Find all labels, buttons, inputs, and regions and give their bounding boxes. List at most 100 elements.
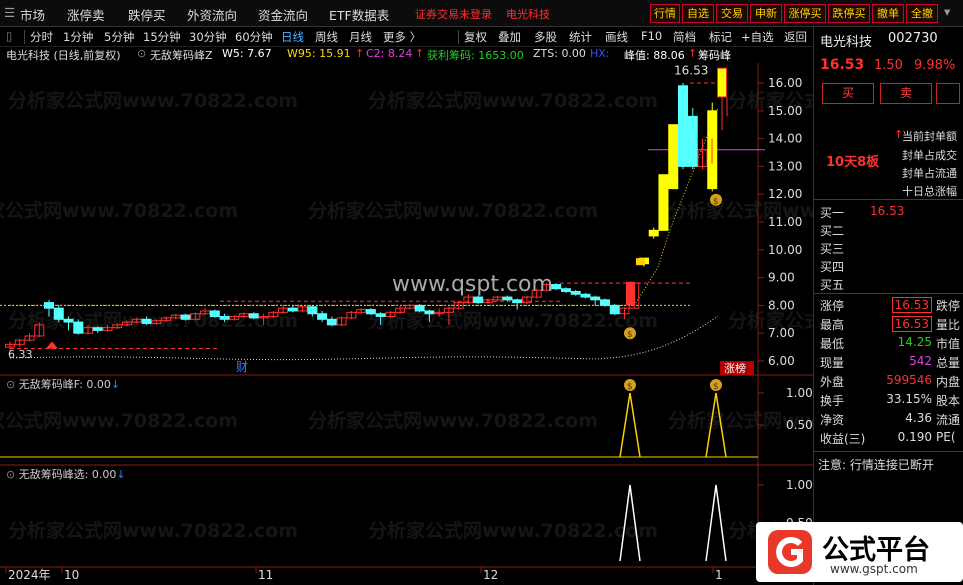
candle-body [512, 299, 523, 304]
window-menu-icon[interactable]: ▾ [944, 4, 950, 19]
kline-chart-area[interactable]: 分析家公式网www.70822.com 分析家公式网www.70822.com 分析… [0, 47, 813, 585]
period-1min[interactable]: 1分钟 [63, 29, 93, 45]
candle-body [648, 229, 659, 237]
candle-body [560, 288, 571, 293]
stat-value: 4.36 [905, 411, 932, 425]
menu-capital-flow[interactable]: 资金流向 [258, 5, 308, 24]
panel-toggle-icon[interactable]: ▯ [6, 29, 12, 43]
last-price: 16.53 [820, 57, 865, 73]
candle-body [44, 302, 55, 309]
candle-body [63, 318, 74, 323]
brief-button[interactable]: 简档 [673, 29, 696, 45]
gap-marker [636, 258, 645, 266]
indicator-name[interactable]: 无敌筹码峰Z [150, 47, 213, 63]
menu-limit-up-sell[interactable]: 涨停卖 [67, 5, 105, 24]
pct-change: 9.98% [914, 58, 956, 73]
cancel-all-button[interactable]: 全撤 [906, 4, 938, 23]
indicator1-arrow-icon: ↓ [110, 378, 121, 391]
w95-value: W95: 15.91 [287, 47, 351, 60]
limit-down-buy-button[interactable]: 跌停买 [828, 4, 870, 23]
y-tick-label: 15.00 [768, 104, 802, 118]
period-15min[interactable]: 15分钟 [143, 29, 181, 45]
back-button[interactable]: 返回 [784, 29, 807, 45]
price-change: 1.50 [874, 58, 903, 73]
menu-limit-down-buy[interactable]: 跌停买 [128, 5, 166, 24]
watermark-text: 分析家公式网www.70822.com [308, 409, 598, 432]
menu-foreign-flow[interactable]: 外资流向 [187, 5, 237, 24]
period-5min[interactable]: 5分钟 [104, 29, 134, 45]
trade-button[interactable]: 交易 [716, 4, 748, 23]
money-bag-glyph: $ [713, 197, 719, 207]
candle-body [92, 327, 103, 331]
y-tick-label: 10.00 [768, 243, 802, 257]
indicator1-title: 无敌筹码峰F [18, 378, 80, 391]
stat-label-2: PE( [936, 430, 956, 444]
stat-row: 外盘 599546 内盘 [814, 373, 963, 391]
stat-row: 现量 542 总量 [814, 354, 963, 372]
stat-label-2: 总量 [936, 356, 961, 370]
stat-row: 收益(三) 0.190 PE( [814, 430, 963, 448]
cancel-order-button[interactable]: 撤单 [872, 4, 904, 23]
multi-stock-button[interactable]: 多股 [534, 29, 557, 45]
menu-market[interactable]: 市场 [20, 5, 45, 24]
watchlist-button[interactable]: 自选 [682, 4, 714, 23]
candle-body [326, 318, 337, 326]
candle-body [317, 313, 328, 320]
candle-body [365, 309, 376, 315]
bid2-label: 买二 [820, 224, 845, 238]
watermark-text: 分析家公式网www.70822.com [308, 199, 598, 222]
buy-button[interactable]: 买 [822, 83, 874, 104]
zts-value: ZTS: 0.00 [533, 47, 586, 60]
stat-label: 涨停 [820, 299, 845, 313]
candle-body [658, 174, 669, 231]
indicator1-icon[interactable]: ⊙ [6, 378, 19, 391]
limit-up-buy-button[interactable]: 涨停买 [784, 4, 826, 23]
app-menu-icon[interactable]: ☰ [4, 5, 15, 20]
sell-button[interactable]: 卖 [880, 83, 932, 104]
draw-button[interactable]: 画线 [605, 29, 628, 45]
period-intraday[interactable]: 分时 [30, 29, 53, 45]
quote-button[interactable]: 行情 [650, 4, 680, 23]
ipo-button[interactable]: 申新 [750, 4, 782, 23]
stock-name: 电光科技 [820, 35, 873, 50]
divider [24, 30, 25, 44]
period-60min[interactable]: 60分钟 [235, 29, 273, 45]
candle-body [717, 67, 727, 98]
indicator2-icon[interactable]: ⊙ [6, 468, 19, 481]
period-monthly[interactable]: 月线 [349, 29, 372, 45]
stat-row: 净资 4.36 流通 [814, 411, 963, 429]
period-weekly[interactable]: 周线 [315, 29, 338, 45]
bid4-label: 买四 [820, 260, 845, 274]
w95-arrow: ↑ [355, 47, 365, 60]
stats-button[interactable]: 统计 [569, 29, 592, 45]
stat-row: 最低 14.25 市值 [814, 335, 963, 353]
period-daily[interactable]: 日线 [281, 29, 304, 45]
candle-body [668, 124, 679, 190]
y-tick-label: 14.00 [768, 132, 802, 146]
indicator2-arrow-icon: ↓ [116, 468, 126, 481]
add-watchlist-button[interactable]: +自选 [741, 29, 774, 45]
stock-code: 002730 [888, 31, 938, 46]
period-toolbar: ▯ 分时 1分钟 5分钟 15分钟 30分钟 60分钟 日线 周线 月线 更多 … [0, 27, 813, 47]
watermark-text: 分析家公式网www.70822.com [0, 409, 238, 432]
indicator-settings-icon[interactable]: ⊙ [137, 47, 146, 60]
broker-login-link[interactable]: 证券交易未登录 [415, 6, 492, 22]
stock-name-link[interactable]: 电光科技 [506, 6, 550, 22]
f10-button[interactable]: F10 [641, 29, 662, 43]
more-button[interactable] [936, 83, 960, 104]
peak-arrow: ↑ [688, 47, 698, 60]
limit-up-marker [626, 281, 635, 306]
stat-label-2: 流通 [936, 413, 961, 427]
mark-button[interactable]: 标记 [709, 29, 732, 45]
limit-list-label: 涨榜 [724, 361, 746, 375]
period-30min[interactable]: 30分钟 [189, 29, 227, 45]
candle-body [599, 299, 610, 306]
stat-label-2: 股本 [936, 394, 961, 408]
period-more[interactable]: 更多 〉 [383, 29, 421, 45]
stat-row: 换手 33.15% 股本 [814, 392, 963, 410]
menu-etf-data[interactable]: ETF数据表 [329, 5, 389, 24]
main-legend: 电光科技 (日线,前复权) ⊙ 无敌筹码峰Z W5: 7.67 W95: 15.… [0, 47, 813, 63]
adjust-button[interactable]: 复权 [464, 29, 487, 45]
overlay-button[interactable]: 叠加 [498, 29, 521, 45]
indicator1-label: ⊙ 无敌筹码峰F: 0.00↓ [6, 376, 120, 392]
